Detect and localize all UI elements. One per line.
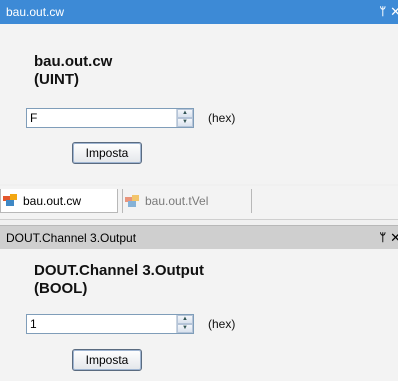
value-spinbox[interactable]: 1 ▲ ▼ — [26, 314, 194, 334]
variable-type: (UINT) — [34, 71, 79, 88]
format-label: (hex) — [208, 111, 236, 125]
variable-heading: bau.out.cw (UINT) — [34, 53, 112, 89]
value-spinbox[interactable]: F ▲ ▼ — [26, 108, 194, 128]
pane-title: bau.out.cw — [6, 5, 65, 19]
variable-name: bau.out.cw — [34, 53, 113, 70]
tab-bau-out-cw[interactable]: bau.out.cw — [0, 189, 118, 213]
spin-buttons: ▲ ▼ — [176, 109, 193, 127]
tab-bau-out-tvel[interactable]: bau.out.tVel — [122, 189, 252, 213]
value-input[interactable]: F — [27, 109, 176, 127]
watch-pane-top: bau.out.cw ᛘ ✕ bau.out.cw (UINT) F ▲ ▼ (… — [0, 0, 398, 184]
tab-label: bau.out.cw — [23, 193, 82, 208]
watch-variable-icon — [125, 194, 141, 208]
close-icon[interactable]: ✕ — [390, 4, 398, 20]
spin-down-icon[interactable]: ▼ — [177, 324, 193, 333]
variable-name: DOUT.Channel 3.Output — [34, 262, 204, 279]
imposta-button[interactable]: Imposta — [72, 349, 142, 371]
value-row: 1 ▲ ▼ (hex) — [26, 314, 235, 334]
pin-icon[interactable]: ᛘ — [379, 6, 386, 18]
watch-pane-bottom: DOUT.Channel 3.Output ᛘ ✕ — [0, 225, 398, 381]
format-label: (hex) — [208, 317, 236, 331]
title-controls: ᛘ ✕ — [379, 230, 398, 246]
watch-variable-icon — [3, 194, 19, 207]
pane-title: DOUT.Channel 3.Output — [6, 230, 137, 245]
pane-titlebar-bottom[interactable]: DOUT.Channel 3.Output ᛘ ✕ — [0, 225, 398, 249]
variable-heading: DOUT.Channel 3.Output (BOOL) — [34, 262, 204, 298]
pin-icon[interactable]: ᛘ — [379, 232, 386, 244]
spin-up-icon[interactable]: ▲ — [177, 109, 193, 118]
value-row: F ▲ ▼ (hex) — [26, 108, 235, 128]
document-tabstrip: bau.out.cw bau.out.tVel — [0, 186, 398, 220]
variable-type: (BOOL) — [34, 280, 88, 297]
spin-down-icon[interactable]: ▼ — [177, 118, 193, 127]
pane-titlebar-top[interactable]: bau.out.cw ᛘ ✕ — [0, 0, 398, 24]
title-controls: ᛘ ✕ — [379, 4, 398, 20]
value-input[interactable]: 1 — [27, 315, 176, 333]
imposta-button[interactable]: Imposta — [72, 142, 142, 164]
spin-buttons: ▲ ▼ — [176, 315, 193, 333]
close-icon[interactable]: ✕ — [390, 230, 398, 246]
spin-up-icon[interactable]: ▲ — [177, 315, 193, 324]
tab-label: bau.out.tVel — [145, 194, 209, 208]
